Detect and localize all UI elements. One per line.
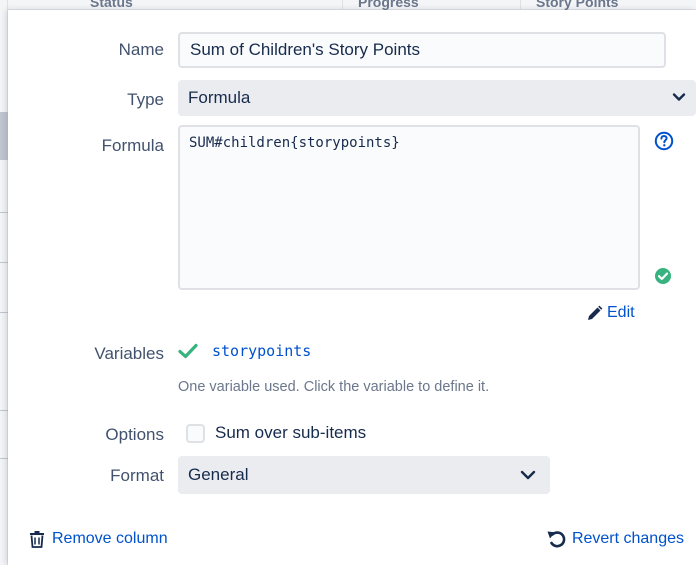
background-table-header: Status Progress Story Points bbox=[0, 0, 696, 10]
sum-over-sub-items-checkbox[interactable] bbox=[186, 423, 205, 443]
chevron-down-icon bbox=[520, 470, 536, 480]
formula-textarea[interactable]: SUM#children{storypoints} bbox=[178, 125, 640, 290]
name-label: Name bbox=[118, 40, 164, 59]
help-icon[interactable] bbox=[654, 131, 674, 151]
column-header-story-points: Story Points bbox=[536, 0, 619, 10]
row-divider bbox=[0, 312, 8, 313]
remove-column-label: Remove column bbox=[52, 530, 168, 547]
undo-icon bbox=[547, 531, 566, 548]
formula-label: Formula bbox=[101, 136, 164, 155]
revert-changes-link[interactable]: Revert changes bbox=[546, 530, 684, 548]
format-label: Format bbox=[110, 466, 164, 485]
selected-row-edge bbox=[0, 112, 8, 160]
row-divider bbox=[0, 212, 8, 213]
variables-label: Variables bbox=[94, 344, 164, 363]
sum-over-sub-items-option[interactable]: Sum over sub-items bbox=[186, 423, 366, 443]
background-table-rows bbox=[0, 0, 8, 565]
column-divider bbox=[342, 0, 343, 10]
sum-over-sub-items-label: Sum over sub-items bbox=[215, 423, 367, 442]
row-divider bbox=[0, 262, 8, 263]
variable-row: storypoints bbox=[178, 342, 311, 360]
column-divider bbox=[520, 0, 521, 10]
checkmark-icon bbox=[178, 343, 198, 359]
type-label: Type bbox=[127, 90, 164, 109]
column-header-status: Status bbox=[90, 0, 133, 10]
column-header-progress: Progress bbox=[358, 0, 419, 10]
edit-formula-link[interactable]: Edit bbox=[586, 302, 635, 324]
name-input[interactable] bbox=[178, 32, 666, 68]
type-select[interactable]: Formula bbox=[178, 80, 696, 116]
edit-label: Edit bbox=[607, 304, 635, 321]
format-select-value: General bbox=[188, 465, 249, 484]
variables-hint: One variable used. Click the variable to… bbox=[178, 379, 490, 395]
format-select[interactable]: General bbox=[178, 456, 550, 494]
row-divider bbox=[0, 410, 8, 411]
variable-link-storypoints[interactable]: storypoints bbox=[212, 342, 311, 360]
row-divider bbox=[0, 458, 8, 459]
type-select-value: Formula bbox=[188, 88, 251, 107]
revert-changes-label: Revert changes bbox=[571, 530, 684, 547]
trash-icon bbox=[30, 531, 44, 548]
chevron-down-icon bbox=[672, 93, 686, 101]
check-circle-icon bbox=[655, 268, 671, 284]
remove-column-link[interactable]: Remove column bbox=[28, 530, 168, 548]
options-label: Options bbox=[105, 425, 164, 444]
pencil-icon bbox=[588, 305, 603, 320]
column-config-panel: Name Type Formula Formula SUM#children{s… bbox=[8, 10, 696, 565]
